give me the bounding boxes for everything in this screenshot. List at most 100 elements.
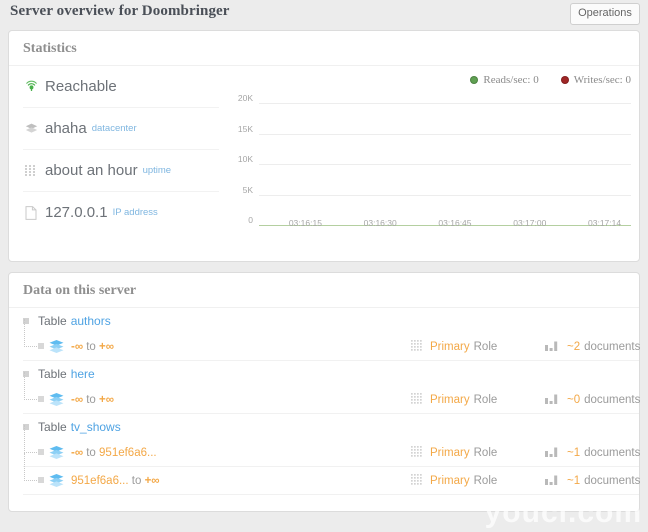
documents-value: ~2: [567, 340, 581, 353]
stat-row: Reachable: [23, 66, 219, 108]
statistics-panel: Statistics Reachable ahaha datacenter about…: [8, 30, 640, 262]
stat-row: ahaha datacenter: [23, 108, 219, 150]
signal-icon: [25, 80, 45, 93]
documents-value: ~0: [567, 393, 581, 406]
shard-role: Primary Role: [411, 445, 497, 460]
shard-icon: [49, 393, 64, 406]
grid-dots-small-icon: [411, 473, 422, 488]
shard-range-from: -∞: [71, 446, 84, 459]
role-value: Primary: [430, 340, 470, 353]
table-group: Table authors -∞ to +∞ Primary Role ~2 documen…: [23, 308, 640, 361]
statistics-title: Statistics: [9, 31, 639, 66]
shard-node-icon: [38, 343, 44, 349]
shard-range-from: -∞: [71, 340, 84, 353]
bar-chart-icon: [545, 446, 558, 460]
bar-chart-icon: [545, 474, 558, 488]
legend-color-dot: [560, 76, 569, 84]
statistics-list: Reachable ahaha datacenter about an hour upt…: [9, 66, 219, 264]
shard-node-icon: [38, 477, 44, 483]
legend-label: Writes/sec: 0: [573, 74, 631, 86]
role-value: Primary: [430, 446, 470, 459]
bar-chart-icon: [545, 393, 558, 407]
shard-range: -∞ to +∞: [71, 341, 114, 353]
stat-value: Reachable: [45, 78, 117, 95]
table-header[interactable]: Table here: [23, 361, 639, 386]
y-axis-tick: 0: [248, 215, 253, 225]
shard-documents: ~1 documents: [545, 446, 640, 460]
shard-documents: ~2 documents: [545, 340, 640, 354]
data-panel: Data on this server Table authors -∞ to +∞…: [8, 272, 640, 512]
shard-row[interactable]: -∞ to 951ef6a6... Primary Role ~1 documents: [23, 425, 640, 467]
chart-gridline: [259, 133, 631, 135]
shard-range-from: 951ef6a6...: [71, 474, 129, 487]
stat-value: 127.0.0.1: [45, 204, 108, 221]
operations-button[interactable]: Operations: [570, 3, 640, 25]
table-word: Table: [38, 419, 67, 434]
data-section-title: Data on this server: [9, 273, 639, 308]
x-axis-tick: 03:17:14: [588, 218, 622, 228]
table-header[interactable]: Table tv_shows: [23, 414, 639, 439]
table-group: Table here -∞ to +∞ Primary Role ~0 documents: [23, 361, 640, 414]
stat-row: 127.0.0.1 IP address: [23, 192, 219, 233]
shard-documents: ~1 documents: [545, 474, 640, 488]
documents-label: documents: [584, 340, 641, 353]
chart-plot-area: 0 5K 10K 15K 20K 03:16:15 03:16:30 03:16:45 03:1…: [219, 93, 631, 246]
x-axis-tick: 03:16:30: [363, 218, 397, 228]
chart-gridline: [259, 194, 631, 196]
shard-range: -∞ to 951ef6a6...: [71, 447, 157, 459]
stat-value: about an hour: [45, 162, 138, 179]
shard-range-to: +∞: [144, 474, 160, 487]
x-axis-tick: 03:17:00: [513, 218, 547, 228]
shard-range-to-word: to: [86, 340, 96, 353]
shard-range-to-word: to: [86, 446, 96, 459]
x-axis-tick: 03:16:45: [438, 218, 472, 228]
tree-connector: [24, 453, 39, 481]
stat-row: about an hour uptime: [23, 150, 219, 192]
table-word: Table: [38, 366, 67, 381]
stat-value: ahaha: [45, 120, 87, 137]
y-axis-tick: 15K: [237, 123, 253, 134]
shard-range-to: +∞: [99, 340, 114, 353]
chart-gridline: [259, 164, 631, 165]
shard-range: -∞ to +∞: [71, 394, 114, 406]
table-name-link[interactable]: tv_shows: [71, 420, 121, 434]
legend-item[interactable]: Writes/sec: 0: [560, 74, 631, 86]
layers-icon: [25, 122, 45, 135]
shard-icon: [49, 340, 64, 353]
table-group: Table tv_shows -∞ to 951ef6a6... Primary Rol…: [23, 414, 640, 495]
documents-label: documents: [584, 393, 641, 406]
shard-range-from: -∞: [71, 393, 84, 406]
shard-node-icon: [38, 396, 44, 402]
legend-label: Reads/sec: 0: [483, 74, 539, 86]
shard-row[interactable]: 951ef6a6... to +∞ Primary Role ~1 documents: [23, 453, 640, 495]
shard-icon: [49, 474, 64, 487]
stat-label: datacenter: [91, 123, 137, 134]
shard-role: Primary Role: [411, 473, 497, 488]
table-name-link[interactable]: here: [71, 367, 95, 381]
throughput-chart: Reads/sec: 0 Writes/sec: 0 0 5K 10K 15K 20K 03…: [219, 66, 639, 264]
role-label: Role: [473, 393, 498, 406]
shard-range-to-word: to: [86, 393, 96, 406]
chart-gridline: [259, 103, 631, 104]
shard-range-to: 951ef6a6...: [99, 446, 157, 459]
shard-row[interactable]: -∞ to +∞ Primary Role ~2 documents: [23, 319, 640, 361]
documents-label: documents: [584, 446, 641, 459]
chart-legend: Reads/sec: 0 Writes/sec: 0: [470, 74, 631, 86]
tree-connector: [24, 319, 39, 347]
table-word: Table: [38, 313, 67, 328]
shard-range: 951ef6a6... to +∞: [71, 475, 159, 487]
table-name-link[interactable]: authors: [71, 314, 111, 328]
shard-role: Primary Role: [411, 392, 498, 407]
legend-color-dot: [470, 76, 479, 84]
grid-dots-icon: [25, 164, 45, 177]
documents-value: ~1: [567, 446, 581, 459]
y-axis-tick: 20K: [237, 93, 253, 103]
shard-documents: ~0 documents: [545, 393, 640, 407]
shard-row[interactable]: -∞ to +∞ Primary Role ~0 documents: [23, 372, 640, 414]
legend-item[interactable]: Reads/sec: 0: [470, 74, 539, 86]
document-icon: [25, 205, 45, 220]
y-axis-tick: 5K: [242, 184, 253, 195]
tree-connector: [24, 372, 39, 400]
grid-dots-small-icon: [411, 392, 422, 407]
table-header[interactable]: Table authors: [23, 308, 639, 333]
